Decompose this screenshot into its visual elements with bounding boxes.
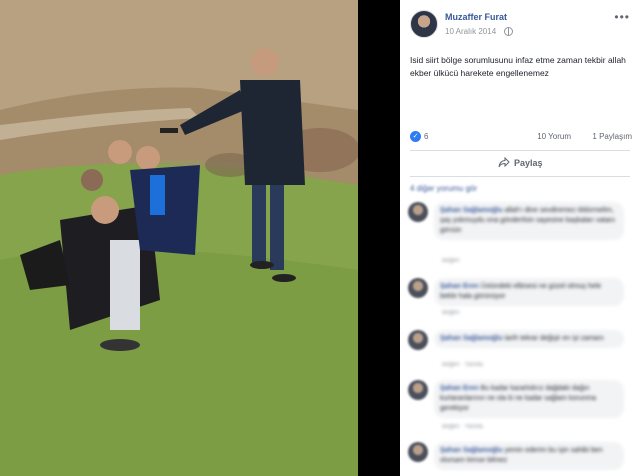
post-text: Isid siirt bölge sorumlusunu infaz etme … [410, 55, 626, 78]
shares-count[interactable]: 1 Paylaşım [592, 132, 632, 141]
commenter-avatar[interactable] [408, 278, 428, 298]
commenter-name[interactable]: Şahan Sağlamoğlu [440, 207, 503, 214]
commenter-avatar[interactable] [408, 380, 428, 400]
like-icon[interactable]: ✓ [410, 131, 421, 142]
comment-bubble: Şahan Eren Bu kadar kararlıdırız dağdaki… [434, 380, 624, 418]
photo-gap [358, 0, 400, 476]
divider [410, 176, 630, 177]
post-header: Muzaffer Furat 10 Aralık 2014 ••• [400, 0, 640, 44]
view-more-comments-link[interactable]: 4 diğer yorumu gör [410, 184, 477, 193]
comment-bubble: Şahan Eren Üstündeki elbisesi ne güzel o… [434, 278, 624, 306]
commenter-name[interactable]: Şahan Sağlamoğlu [440, 335, 503, 342]
share-button[interactable]: Paylaş [400, 152, 640, 174]
comment-actions[interactable]: Beğen · Yanıtla [442, 424, 483, 430]
commenter-avatar[interactable] [408, 330, 428, 350]
comment-text: tarih tekrar değişir en iyi zamanı [504, 335, 604, 342]
share-icon [498, 157, 510, 168]
comment-actions[interactable]: Beğen · Yanıtla [442, 362, 483, 368]
divider [410, 150, 630, 151]
comments-count[interactable]: 10 Yorum [537, 132, 571, 141]
commenter-name[interactable]: Şahan Sağlamoğlu [440, 447, 503, 454]
photo-scene [0, 0, 358, 476]
comment-bubble: Şahan Sağlamoğlu yemin ederim bu işin sa… [434, 442, 624, 470]
commenter-name[interactable]: Şahan Eren [440, 283, 479, 290]
globe-icon [504, 27, 513, 36]
comment-actions[interactable]: Beğen [442, 258, 459, 264]
comment-bubble: Şahan Sağlamoğlu tarih tekrar değişir en… [434, 330, 624, 348]
post-photo[interactable] [0, 0, 358, 476]
more-options-icon[interactable]: ••• [614, 10, 630, 24]
commenter-avatar[interactable] [408, 442, 428, 462]
post-panel: Muzaffer Furat 10 Aralık 2014 ••• Isid s… [400, 0, 640, 476]
post-date[interactable]: 10 Aralık 2014 [445, 27, 496, 36]
reactions-count[interactable]: 6 [424, 132, 428, 141]
commenter-name[interactable]: Şahan Eren [440, 385, 479, 392]
post-stats: ✓ 6 10 Yorum 1 Paylaşım [410, 130, 632, 144]
commenter-avatar[interactable] [408, 202, 428, 222]
author-avatar[interactable] [410, 10, 438, 38]
author-name[interactable]: Muzaffer Furat [445, 12, 507, 22]
comment-actions[interactable]: Beğen [442, 310, 459, 316]
share-label: Paylaş [514, 158, 543, 168]
comment-bubble: Şahan Sağlamoğlu allah'ı dine sevdiremez… [434, 202, 624, 240]
